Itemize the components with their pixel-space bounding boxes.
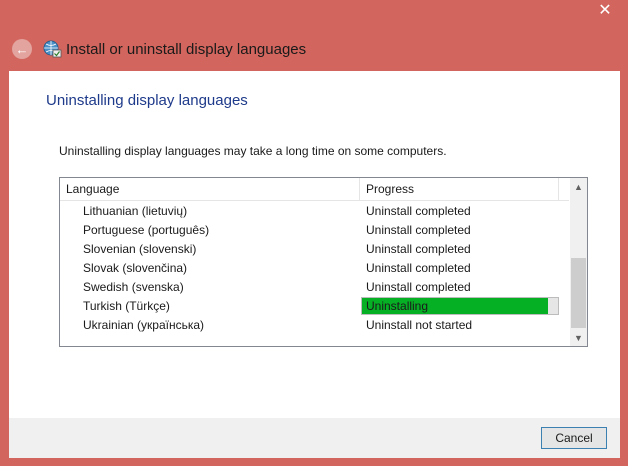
progress-status: Uninstall completed [366, 242, 471, 256]
cancel-button[interactable]: Cancel [541, 427, 607, 449]
list-item[interactable]: Turkish (Türkçe) Uninstalling [60, 297, 569, 316]
progress-bar: Uninstalling [361, 297, 559, 315]
language-list[interactable]: Language Progress Lithuanian (lietuvių) … [59, 177, 588, 347]
progress-status: Uninstalling [366, 299, 429, 313]
window: ✕ ← Install or uninstall display languag… [0, 0, 628, 466]
progress-status: Uninstall completed [366, 261, 471, 275]
list-item[interactable]: Lithuanian (lietuvių) Uninstall complete… [60, 202, 569, 221]
progress-status: Uninstall not started [366, 318, 473, 332]
vertical-scrollbar[interactable]: ▲ ▼ [570, 178, 587, 346]
language-name: Swedish (svenska) [83, 280, 184, 294]
language-name: Portuguese (português) [83, 223, 210, 237]
language-name: Slovak (slovenčina) [83, 261, 188, 275]
back-button[interactable]: ← [12, 39, 32, 59]
list-rows: Lithuanian (lietuvių) Uninstall complete… [60, 202, 569, 335]
footer: Cancel [9, 418, 620, 458]
page-heading: Uninstalling display languages [46, 92, 248, 109]
list-item[interactable]: Ukrainian (українська) Uninstall not sta… [60, 316, 569, 335]
description-text: Uninstalling display languages may take … [59, 144, 447, 158]
column-header-progress[interactable]: Progress [360, 178, 559, 200]
progress-status: Uninstall completed [366, 280, 471, 294]
progress-status: Uninstall completed [366, 204, 471, 218]
scroll-thumb[interactable] [571, 258, 586, 328]
back-arrow-icon: ← [15, 41, 29, 57]
list-item[interactable]: Slovak (slovenčina) Uninstall completed [60, 259, 569, 278]
close-button[interactable]: ✕ [590, 0, 620, 22]
globe-language-icon [43, 40, 62, 58]
scroll-up-arrow-icon[interactable]: ▲ [570, 178, 587, 195]
language-name: Slovenian (slovenski) [83, 242, 197, 256]
window-title: Install or uninstall display languages [66, 40, 307, 58]
scroll-down-arrow-icon[interactable]: ▼ [570, 329, 587, 346]
list-item[interactable]: Portuguese (português) Uninstall complet… [60, 221, 569, 240]
list-header: Language Progress [60, 178, 569, 201]
language-name: Lithuanian (lietuvių) [83, 204, 188, 218]
list-item[interactable]: Slovenian (slovenski) Uninstall complete… [60, 240, 569, 259]
content-area: Uninstalling display languages Uninstall… [9, 71, 620, 418]
progress-status: Uninstall completed [366, 223, 471, 237]
column-header-language[interactable]: Language [60, 178, 360, 200]
language-name: Turkish (Türkçe) [83, 299, 170, 313]
language-name: Ukrainian (українська) [83, 318, 205, 332]
titlebar: ← Install or uninstall display languages [0, 34, 628, 64]
list-item[interactable]: Swedish (svenska) Uninstall completed [60, 278, 569, 297]
close-icon: ✕ [598, 2, 612, 19]
